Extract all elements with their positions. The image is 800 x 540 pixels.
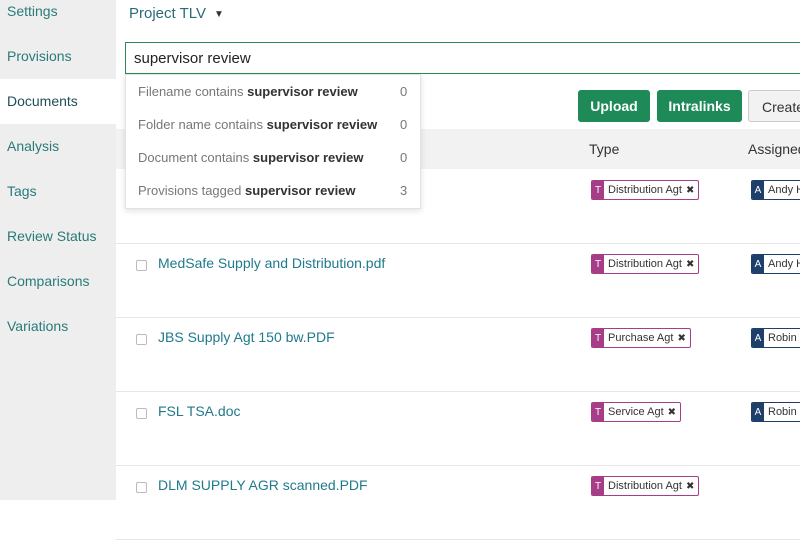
sidebar-item-comparisons[interactable]: Comparisons xyxy=(0,259,116,304)
remove-tag-icon[interactable]: ✖ xyxy=(668,407,680,418)
assignee-label: Andy H xyxy=(768,184,800,196)
type-tag: T Distribution Agt ✖ xyxy=(591,476,700,496)
sidebar-item-tags[interactable]: Tags xyxy=(0,169,116,214)
sidebar: Settings Provisions Documents Analysis T… xyxy=(0,0,116,500)
remove-tag-icon[interactable]: ✖ xyxy=(686,259,698,270)
assignee-tag: A Robin xyxy=(751,402,800,422)
suggestion-provisions-tagged[interactable]: Provisions tagged supervisor review 3 xyxy=(126,174,420,207)
suggestion-term: supervisor review xyxy=(266,117,378,132)
document-link[interactable]: MedSafe Supply and Distribution.pdf xyxy=(158,255,385,271)
assignee-badge: A xyxy=(752,255,764,273)
row-checkbox[interactable] xyxy=(136,334,147,345)
type-tag-label: Distribution Agt xyxy=(608,184,682,196)
sidebar-item-analysis[interactable]: Analysis xyxy=(0,124,116,169)
caret-down-icon: ▼ xyxy=(213,9,224,20)
type-tag-label: Purchase Agt xyxy=(608,332,674,344)
table-row: JBS Supply Agt 150 bw.PDF T Purchase Agt… xyxy=(116,318,800,392)
assignee-badge: A xyxy=(752,181,764,199)
table-row: MedSafe Supply and Distribution.pdf T Di… xyxy=(116,244,800,318)
type-tag: T Distribution Agt ✖ xyxy=(591,180,700,200)
table-row: DLM SUPPLY AGR scanned.PDF T Distributio… xyxy=(116,466,800,540)
assignee-badge: A xyxy=(752,329,764,347)
suggestion-term: supervisor review xyxy=(244,183,356,198)
project-selector[interactable]: Project TLV ▼ xyxy=(129,0,224,28)
create-button[interactable]: Create xyxy=(748,90,800,122)
sidebar-item-variations[interactable]: Variations xyxy=(0,304,116,349)
sidebar-item-settings[interactable]: Settings xyxy=(0,0,116,34)
suggestion-folder-name[interactable]: Folder name contains supervisor review 0 xyxy=(126,108,420,141)
sidebar-item-review-status[interactable]: Review Status xyxy=(0,214,116,259)
document-link[interactable]: JBS Supply Agt 150 bw.PDF xyxy=(158,329,335,345)
remove-tag-icon[interactable]: ✖ xyxy=(677,333,689,344)
project-name: Project TLV xyxy=(129,5,206,22)
row-checkbox[interactable] xyxy=(136,260,147,271)
intralinks-button[interactable]: Intralinks xyxy=(657,90,742,122)
type-tag: T Distribution Agt ✖ xyxy=(591,254,700,274)
search-suggestions: Filename contains supervisor review 0 Fo… xyxy=(125,74,421,209)
suggestion-count: 3 xyxy=(400,183,408,198)
type-tag: T Purchase Agt ✖ xyxy=(591,328,691,348)
type-badge: T xyxy=(592,403,604,421)
suggestion-term: supervisor review xyxy=(247,84,358,99)
type-tag-label: Service Agt xyxy=(608,406,664,418)
type-tag-label: Distribution Agt xyxy=(608,258,682,270)
assignee-tag: A Andy H xyxy=(751,254,800,274)
suggestion-prefix: Folder name contains xyxy=(138,117,264,132)
suggestion-prefix: Filename contains xyxy=(138,84,244,99)
search-input[interactable] xyxy=(125,42,800,74)
table-row: FSL TSA.doc T Service Agt ✖ A Robin xyxy=(116,392,800,466)
assignee-label: Robin xyxy=(768,406,797,418)
assignee-tag: A Andy H xyxy=(751,180,800,200)
document-link[interactable]: DLM SUPPLY AGR scanned.PDF xyxy=(158,477,368,493)
type-badge: T xyxy=(592,255,604,273)
upload-button[interactable]: Upload xyxy=(578,90,650,122)
remove-tag-icon[interactable]: ✖ xyxy=(686,481,698,492)
suggestion-count: 0 xyxy=(400,150,408,165)
assignee-badge: A xyxy=(752,403,764,421)
column-header-type[interactable]: Type xyxy=(589,129,619,169)
assignee-label: Robin xyxy=(768,332,797,344)
row-checkbox[interactable] xyxy=(136,408,147,419)
type-badge: T xyxy=(592,477,604,495)
suggestion-count: 0 xyxy=(400,84,408,99)
suggestion-document[interactable]: Document contains supervisor review 0 xyxy=(126,141,420,174)
sidebar-item-provisions[interactable]: Provisions xyxy=(0,34,116,79)
assignee-tag: A Robin xyxy=(751,328,800,348)
suggestion-prefix: Provisions tagged xyxy=(138,183,242,198)
type-tag: T Service Agt ✖ xyxy=(591,402,682,422)
remove-tag-icon[interactable]: ✖ xyxy=(686,185,698,196)
row-checkbox[interactable] xyxy=(136,482,147,493)
suggestion-count: 0 xyxy=(400,117,408,132)
suggestion-prefix: Document contains xyxy=(138,150,250,165)
assignee-label: Andy H xyxy=(768,258,800,270)
sidebar-item-documents[interactable]: Documents xyxy=(0,79,116,124)
type-tag-label: Distribution Agt xyxy=(608,480,682,492)
suggestion-filename[interactable]: Filename contains supervisor review 0 xyxy=(126,75,420,108)
type-badge: T xyxy=(592,329,604,347)
suggestion-term: supervisor review xyxy=(252,150,364,165)
document-link[interactable]: FSL TSA.doc xyxy=(158,403,240,419)
column-header-assigned[interactable]: Assigned xyxy=(748,129,800,169)
type-badge: T xyxy=(592,181,604,199)
